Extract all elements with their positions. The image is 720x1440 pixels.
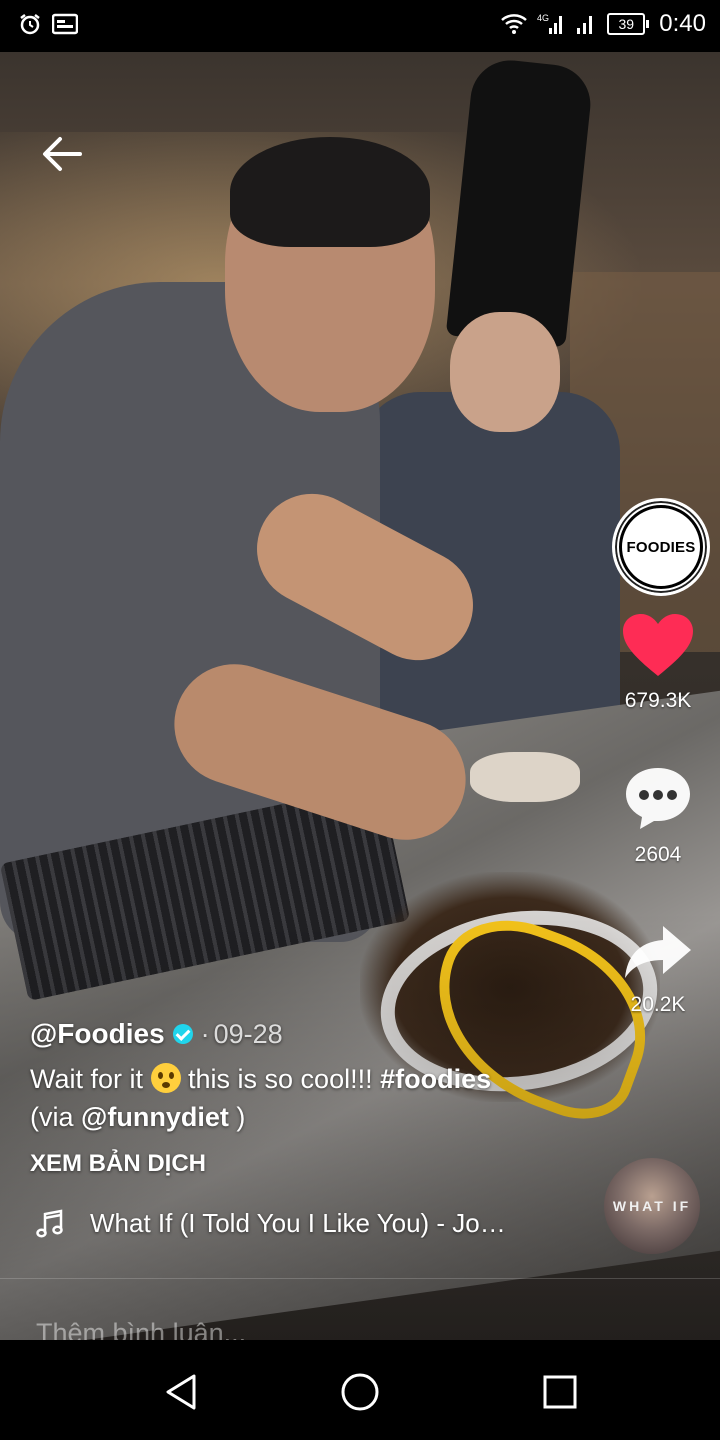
home-circle-icon: [341, 1373, 379, 1411]
post-date: 09-28: [213, 1018, 283, 1049]
music-disc[interactable]: WHAT IF: [604, 1158, 700, 1254]
arrow-left-icon: [43, 137, 82, 171]
alarm-icon: [20, 14, 40, 35]
video-frame-chef-head: [450, 312, 560, 432]
comment-divider: [0, 1278, 720, 1279]
mention-link[interactable]: @funnydiet: [81, 1102, 229, 1132]
signal-4g-label: 4G: [537, 13, 549, 23]
music-note-icon: [36, 1208, 63, 1237]
signal-4g-icon: 4G: [537, 13, 563, 34]
heart-shape: [623, 614, 693, 676]
caption-text: Wait for it this is so cool!!! #foodies …: [30, 1060, 590, 1136]
nav-recents-button[interactable]: [538, 1370, 582, 1414]
comment-count: 2604: [634, 843, 682, 866]
flushed-emoji-icon: [150, 1063, 181, 1093]
comment-button[interactable]: 2604: [603, 764, 713, 867]
share-arrow-icon: [625, 926, 691, 978]
wifi-icon: [501, 14, 528, 34]
music-title: What If (I Told You I Like You) - Jo…: [90, 1208, 506, 1238]
heart-icon: [623, 614, 693, 676]
via-prefix: (via: [30, 1102, 82, 1132]
nav-home-button[interactable]: [338, 1370, 382, 1414]
see-translation-link[interactable]: XEM BẢN DỊCH: [30, 1150, 590, 1178]
share-button[interactable]: 20.2K: [603, 922, 713, 1017]
like-button[interactable]: 679.3K: [603, 612, 713, 713]
signal-icon: [577, 16, 593, 34]
like-count: 679.3K: [624, 689, 692, 712]
comment-input[interactable]: [36, 1318, 636, 1340]
message-icon: [52, 13, 78, 35]
back-triangle-icon: [166, 1374, 196, 1410]
caption-part-1: Wait for it: [30, 1064, 151, 1094]
comment-bubble-icon: [626, 768, 690, 829]
battery-icon: 39: [607, 13, 650, 35]
video-frame-bread: [470, 752, 580, 802]
creator-avatar[interactable]: FOODIES: [612, 498, 710, 596]
creator-username[interactable]: @Foodies: [30, 1018, 165, 1050]
video-player[interactable]: FOODIES 679.3K 2604 20.2K WHAT IF @Foodi…: [0, 52, 720, 1340]
back-button[interactable]: [40, 134, 84, 174]
video-caption: @Foodies · 09-28 Wait for it this is so …: [30, 1018, 590, 1239]
status-bar: 4G 39 0:40: [0, 0, 720, 52]
battery-level: 39: [618, 16, 635, 32]
status-time: 0:40: [659, 10, 706, 37]
video-frame-man-hair: [230, 137, 430, 247]
recents-square-icon: [543, 1375, 577, 1409]
music-info[interactable]: What If (I Told You I Like You) - Jo…: [30, 1208, 590, 1239]
creator-avatar-logo: FOODIES: [619, 505, 703, 589]
hashtag-link[interactable]: #foodies: [380, 1064, 491, 1094]
nav-back-button[interactable]: [160, 1370, 204, 1414]
caption-part-2: this is so cool!!!: [180, 1064, 381, 1094]
verified-badge-icon: [172, 1024, 193, 1044]
post-date-separator: ·: [200, 1018, 210, 1049]
music-disc-label: WHAT IF: [612, 1198, 692, 1214]
via-suffix: ): [228, 1102, 246, 1132]
system-nav-bar: [0, 1340, 720, 1440]
share-count: 20.2K: [630, 993, 686, 1016]
